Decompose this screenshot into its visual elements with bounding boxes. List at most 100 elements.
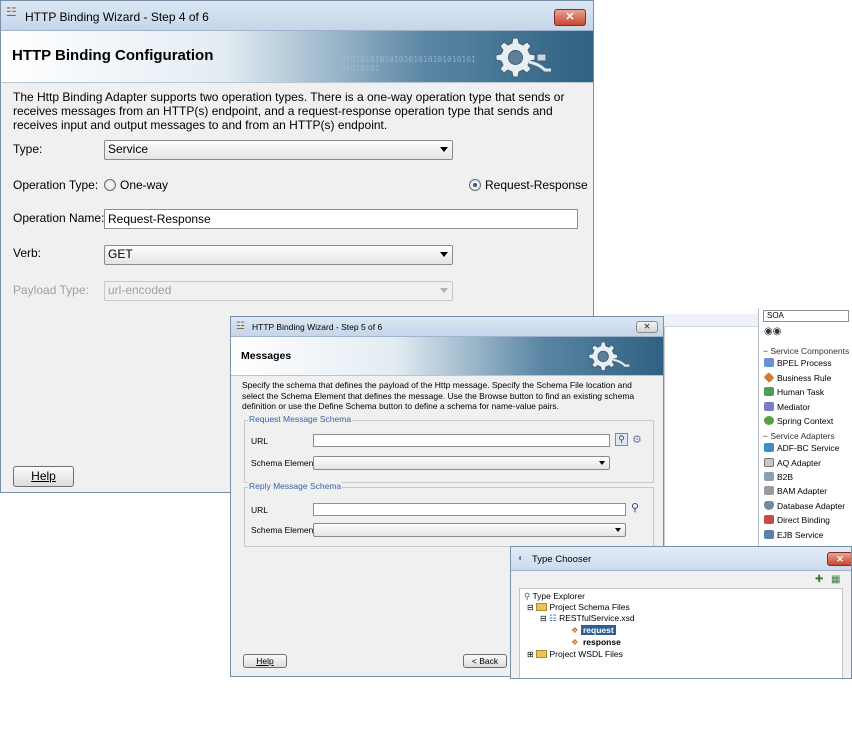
type-select[interactable]: Service	[104, 140, 453, 160]
reply-url-label: URL	[251, 505, 269, 515]
import-schema-icon[interactable]: ▦	[831, 574, 840, 585]
close-icon: ✕	[836, 554, 844, 564]
palette-item-spring-context[interactable]: Spring Context	[764, 416, 833, 426]
search-icon: ⚲	[618, 434, 625, 444]
step4-close-button[interactable]: ✕	[554, 9, 586, 26]
reply-url-input[interactable]	[313, 503, 626, 516]
step5-close-button[interactable]: ✕	[636, 321, 658, 333]
direct-binding-icon	[764, 515, 774, 524]
verb-label: Verb:	[13, 246, 42, 260]
tree-node-project-wsdl-files[interactable]: ⊞ Project WSDL Files	[527, 649, 623, 659]
step4-titlebar[interactable]: ☳ HTTP Binding Wizard - Step 4 of 6 ✕	[1, 1, 593, 31]
mediator-icon	[764, 402, 774, 411]
chevron-down-icon	[599, 461, 605, 465]
search-icon[interactable]: ⚲	[631, 501, 639, 514]
step5-banner: Messages	[231, 337, 663, 376]
element-icon: ❖	[571, 637, 579, 647]
palette-item-ejb-service[interactable]: EJB Service	[764, 530, 823, 540]
type-chooser-titlebar[interactable]: ◐ Type Chooser ✕	[511, 547, 851, 571]
reply-group-label: Reply Message Schema	[248, 481, 343, 491]
palette-item-mediator[interactable]: Mediator	[764, 402, 810, 412]
adf-bc-service-icon	[764, 443, 774, 452]
palette-item-direct-binding[interactable]: Direct Binding	[764, 515, 830, 525]
request-response-label[interactable]: Request-Response	[485, 178, 588, 192]
define-schema-gear-icon[interactable]: ⚙	[632, 433, 642, 446]
b2b-icon	[764, 472, 774, 481]
request-message-schema-group: Request Message Schema URL ⚲ ⚙ Schema El…	[244, 414, 654, 483]
reply-schema-element-label: Schema Element	[251, 525, 316, 535]
palette-section-service-adapters[interactable]: − Service Adapters	[763, 431, 835, 441]
operation-name-input[interactable]: Request-Response	[104, 209, 578, 229]
tree-node-response[interactable]: ❖ response	[571, 637, 623, 648]
step4-banner: HTTP Binding Configuration 0101010101010…	[1, 31, 593, 83]
request-schema-element-label: Schema Element	[251, 458, 316, 468]
palette-section-service-components[interactable]: − Service Components	[763, 346, 849, 356]
tree-node-project-schema-files[interactable]: ⊟ Project Schema Files	[527, 602, 630, 612]
chevron-down-icon	[440, 252, 448, 257]
step4-window-title: HTTP Binding Wizard - Step 4 of 6	[25, 10, 209, 24]
palette-item-business-rule[interactable]: Business Rule	[763, 372, 831, 383]
binoculars-icon[interactable]: ◉◉	[764, 326, 781, 337]
payload-type-value: url-encoded	[108, 283, 172, 297]
step5-page-header: Messages	[241, 350, 292, 362]
business-rule-icon	[763, 372, 775, 383]
palette-item-adf-bc-service[interactable]: ADF-BC Service	[764, 443, 839, 453]
step5-description: Specify the schema that defines the payl…	[242, 380, 635, 411]
close-icon: ✕	[565, 11, 575, 23]
tree-node-type-explorer[interactable]: ⚲ Type Explorer	[524, 591, 585, 602]
show-all-types-icon[interactable]: ✚	[815, 574, 823, 585]
reply-message-schema-group: Reply Message Schema URL ⚲ Schema Elemen…	[244, 481, 654, 547]
help-label: Help	[31, 469, 56, 483]
gear-plug-icon	[588, 341, 630, 372]
step5-back-button[interactable]: < Back	[463, 654, 507, 668]
operation-name-value: Request-Response	[108, 212, 211, 226]
palette-item-b2b[interactable]: B2B	[764, 472, 793, 482]
type-select-value: Service	[108, 142, 149, 156]
type-label: Type:	[13, 142, 43, 156]
binary-decoration: 0101010101010101010101010101 01010101	[341, 55, 476, 73]
request-group-label: Request Message Schema	[248, 414, 353, 424]
step5-help-button[interactable]: Help	[243, 654, 287, 668]
aq-adapter-icon	[764, 458, 774, 467]
reply-schema-element-select[interactable]	[313, 523, 626, 537]
chevron-down-icon	[440, 147, 448, 152]
palette-search-input[interactable]: SOA	[763, 310, 849, 322]
payload-type-select: url-encoded	[104, 281, 453, 301]
request-url-input[interactable]	[313, 434, 610, 447]
editor-canvas-top-rule	[664, 314, 758, 327]
chevron-down-icon	[615, 528, 621, 532]
type-explorer-tree: ⚲ Type Explorer ⊟ Project Schema Files ⊟…	[519, 588, 843, 678]
operation-type-label: Operation Type:	[13, 178, 99, 192]
wizard-app-icon: ☳	[236, 321, 245, 332]
step4-page-header: HTTP Binding Configuration	[12, 47, 214, 64]
ejb-service-icon	[764, 530, 774, 539]
palette-search-value: SOA	[767, 311, 784, 320]
xsd-file-icon: ☷	[549, 613, 557, 623]
request-response-radio[interactable]	[469, 179, 481, 191]
collapse-icon: ⊟	[527, 603, 534, 612]
palette-item-database-adapter[interactable]: Database Adapter	[764, 501, 845, 511]
step5-titlebar[interactable]: ☳ HTTP Binding Wizard - Step 5 of 6 ✕	[231, 317, 663, 337]
type-chooser-app-icon: ◐	[518, 553, 525, 564]
browse-schema-button[interactable]: ⚲	[615, 433, 628, 446]
step4-description: The Http Binding Adapter supports two op…	[13, 90, 565, 132]
bpel-process-icon	[764, 358, 774, 367]
tree-node-request[interactable]: ❖ request	[571, 625, 616, 636]
palette-item-aq-adapter[interactable]: AQ Adapter	[764, 458, 821, 468]
request-url-label: URL	[251, 436, 269, 446]
palette-item-bam-adapter[interactable]: BAM Adapter	[764, 486, 827, 496]
database-adapter-icon	[764, 501, 774, 510]
tree-node-restful-service-xsd[interactable]: ⊟ ☷ RESTfulService.xsd	[540, 613, 635, 624]
one-way-label[interactable]: One-way	[120, 178, 168, 192]
palette-item-bpel-process[interactable]: BPEL Process	[764, 358, 832, 368]
request-schema-element-select[interactable]	[313, 456, 610, 470]
step4-help-button[interactable]: Help	[13, 466, 74, 487]
collapse-icon: ⊟	[540, 614, 547, 623]
wizard-app-icon: ☳	[6, 5, 17, 19]
one-way-radio[interactable]	[104, 179, 116, 191]
folder-icon	[536, 603, 548, 611]
type-chooser-close-button[interactable]: ✕	[827, 552, 851, 566]
payload-type-label: Payload Type:	[13, 283, 89, 297]
verb-select[interactable]: GET	[104, 245, 453, 265]
palette-item-human-task[interactable]: Human Task	[764, 387, 824, 397]
